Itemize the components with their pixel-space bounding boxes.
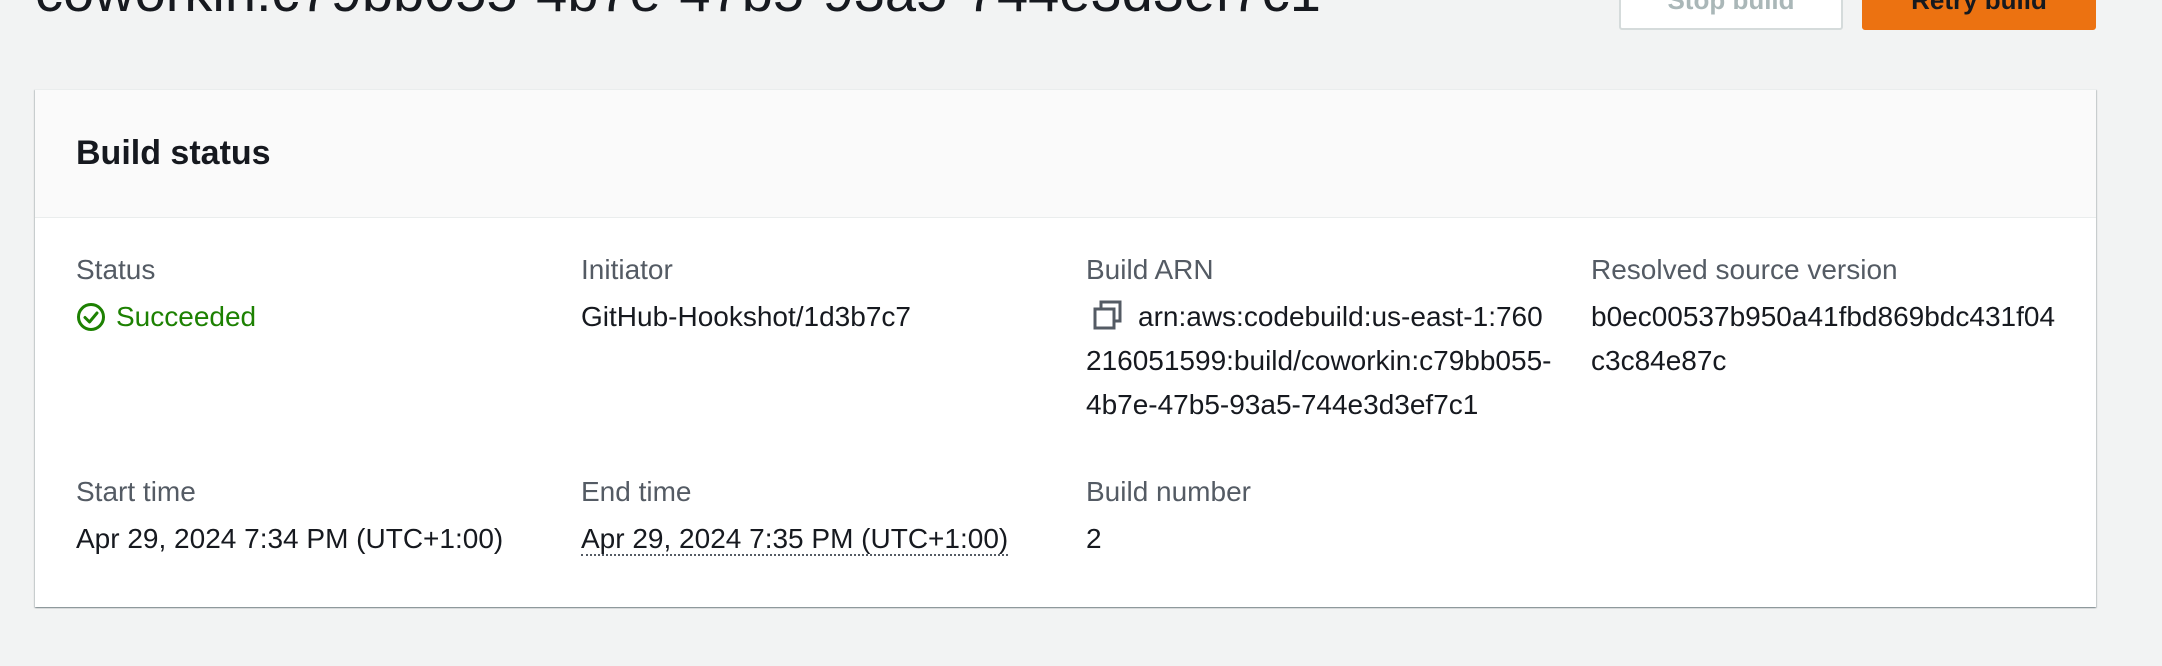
panel-title: Build status [76,134,271,172]
build-arn-label: Build ARN [1086,254,1214,285]
resolved-source-version-value: b0ec00537b950a41fbd869bdc431f04c3c84e87c [1591,301,2056,376]
build-arn-field: Build ARN arn:aws:codebuild:us-east-1:76… [1086,253,1556,427]
status-field: Status Succeeded [76,253,546,339]
build-arn-value: arn:aws:codebuild:us-east-1:760216051599… [1086,301,1552,420]
check-circle-icon [77,303,105,331]
build-status-panel: Build status Status Succeeded Initiator … [35,89,2096,607]
copy-icon[interactable] [1092,299,1124,331]
page-title: coworkin:c79bb055-4b7e-47b5-93a5-744e3d3… [35,0,1321,24]
resolved-source-version-field: Resolved source version b0ec00537b950a41… [1591,253,2061,383]
start-time-value: Apr 29, 2024 7:34 PM (UTC+1:00) [76,523,504,554]
end-time-value-row: Apr 29, 2024 7:35 PM (UTC+1:00) [581,517,1051,561]
end-time-label: End time [581,476,692,507]
end-time-value[interactable]: Apr 29, 2024 7:35 PM (UTC+1:00) [581,523,1009,556]
end-time-field: End time Apr 29, 2024 7:35 PM (UTC+1:00) [581,475,1051,561]
start-time-label: Start time [76,476,196,507]
stop-build-button[interactable]: Stop build [1619,0,1843,30]
panel-header: Build status [35,90,2096,218]
start-time-field: Start time Apr 29, 2024 7:34 PM (UTC+1:0… [76,475,546,561]
build-detail-page: coworkin:c79bb055-4b7e-47b5-93a5-744e3d3… [0,0,2162,666]
initiator-label: Initiator [581,254,673,285]
retry-build-button[interactable]: Retry build [1862,0,2096,30]
resolved-source-version-label: Resolved source version [1591,254,1898,285]
build-number-field: Build number 2 [1086,475,1556,561]
build-number-label: Build number [1086,476,1251,507]
status-label: Status [76,254,156,285]
status-value: Succeeded [76,295,546,339]
build-number-value: 2 [1086,523,1102,554]
initiator-field: Initiator GitHub-Hookshot/1d3b7c7 [581,253,1051,339]
initiator-value: GitHub-Hookshot/1d3b7c7 [581,301,911,332]
status-text: Succeeded [116,301,257,332]
build-arn-value-row: arn:aws:codebuild:us-east-1:760216051599… [1086,295,1556,427]
